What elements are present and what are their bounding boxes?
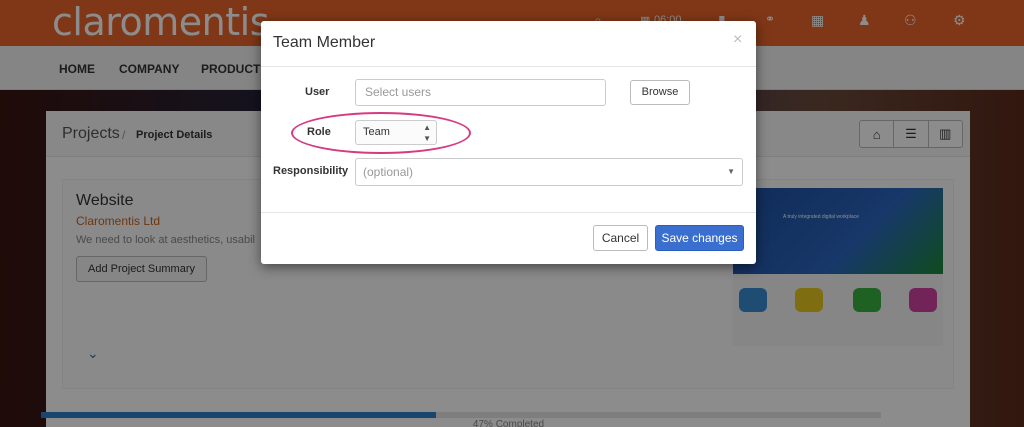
close-icon[interactable]: × bbox=[733, 31, 742, 49]
cancel-button[interactable]: Cancel bbox=[593, 225, 648, 251]
user-label: User bbox=[305, 86, 330, 98]
user-input[interactable]: Select users bbox=[355, 79, 606, 106]
modal-footer-divider bbox=[261, 212, 756, 213]
browse-button[interactable]: Browse bbox=[630, 80, 690, 105]
modal-header-divider bbox=[261, 66, 756, 67]
chevron-down-icon: ▼ bbox=[727, 167, 735, 176]
responsibility-select[interactable]: (optional) ▼ bbox=[355, 158, 743, 186]
team-member-modal: Team Member × User Select users Browse R… bbox=[261, 21, 756, 264]
role-highlight-ring bbox=[291, 112, 471, 154]
responsibility-label: Responsibility bbox=[273, 165, 349, 177]
save-changes-button[interactable]: Save changes bbox=[655, 225, 744, 251]
responsibility-placeholder: (optional) bbox=[363, 165, 414, 179]
modal-title: Team Member bbox=[273, 34, 376, 51]
